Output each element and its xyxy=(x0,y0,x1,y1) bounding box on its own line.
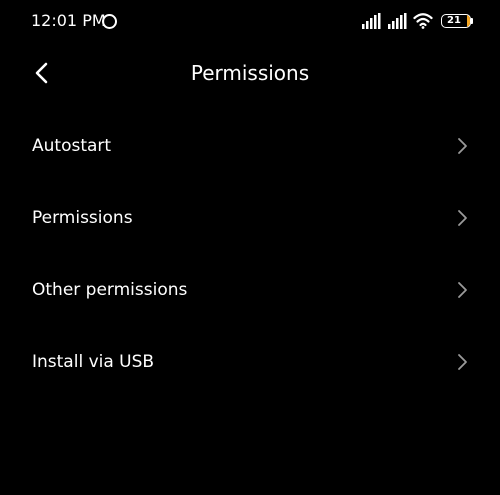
battery-tip xyxy=(471,18,473,24)
chevron-right-icon xyxy=(458,210,467,226)
menu-item-install-via-usb[interactable]: Install via USB xyxy=(0,326,500,398)
ring-icon xyxy=(102,14,117,29)
signal-icon-2 xyxy=(388,13,407,29)
battery-icon: 21 xyxy=(441,14,471,28)
chevron-right-icon xyxy=(458,354,467,370)
menu-item-permissions[interactable]: Permissions xyxy=(0,182,500,254)
menu-item-other-permissions[interactable]: Other permissions xyxy=(0,254,500,326)
menu-item-label: Permissions xyxy=(32,208,133,228)
chevron-right-icon xyxy=(458,282,467,298)
page-title: Permissions xyxy=(190,61,310,85)
status-bar: 12:01 PM 21 xyxy=(0,0,500,44)
wifi-icon xyxy=(413,13,433,29)
menu-item-label: Install via USB xyxy=(32,352,155,372)
menu-item-autostart[interactable]: Autostart xyxy=(0,110,500,182)
menu-item-label: Other permissions xyxy=(32,280,188,300)
signal-icon xyxy=(362,13,381,29)
battery-level-indicator xyxy=(467,15,470,27)
chevron-right-icon xyxy=(458,138,467,154)
menu-item-label: Autostart xyxy=(32,136,112,156)
battery-percentage: 21 xyxy=(447,15,461,26)
status-time: 12:01 PM xyxy=(31,11,106,30)
menu-list: Autostart Permissions Other permissions … xyxy=(0,110,500,398)
header: Permissions xyxy=(0,48,500,98)
